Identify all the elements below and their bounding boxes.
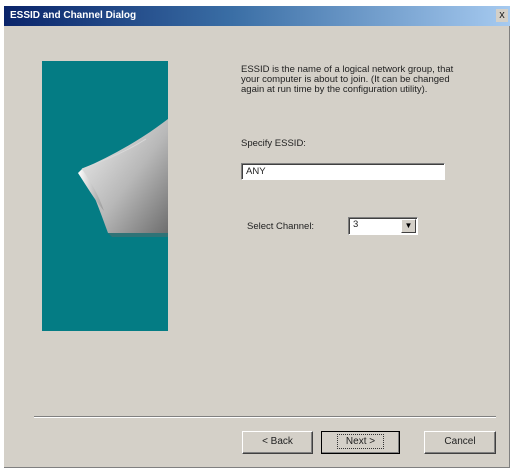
wizard-side-graphic	[42, 61, 168, 331]
channel-value: 3	[353, 219, 359, 230]
wizard-dialog: ESSID and Channel Dialog x ESSID is the	[4, 6, 510, 468]
channel-label: Select Channel:	[247, 221, 315, 232]
essid-input[interactable]: ANY	[241, 163, 445, 180]
close-icon[interactable]: x	[496, 9, 508, 22]
essid-description: ESSID is the name of a logical network g…	[241, 64, 454, 95]
button-separator	[34, 416, 496, 418]
cancel-button[interactable]: Cancel	[424, 431, 496, 454]
page-curl-graphic	[78, 119, 168, 237]
back-button[interactable]: < Back	[242, 431, 313, 454]
title-bar: ESSID and Channel Dialog x	[4, 6, 510, 26]
next-button-label: Next >	[336, 434, 385, 449]
essid-label: Specify ESSID:	[241, 138, 306, 149]
window-title: ESSID and Channel Dialog	[10, 10, 137, 21]
channel-select[interactable]: 3 ▼	[348, 217, 418, 235]
next-button[interactable]: Next >	[321, 431, 400, 454]
chevron-down-icon[interactable]: ▼	[401, 219, 416, 233]
